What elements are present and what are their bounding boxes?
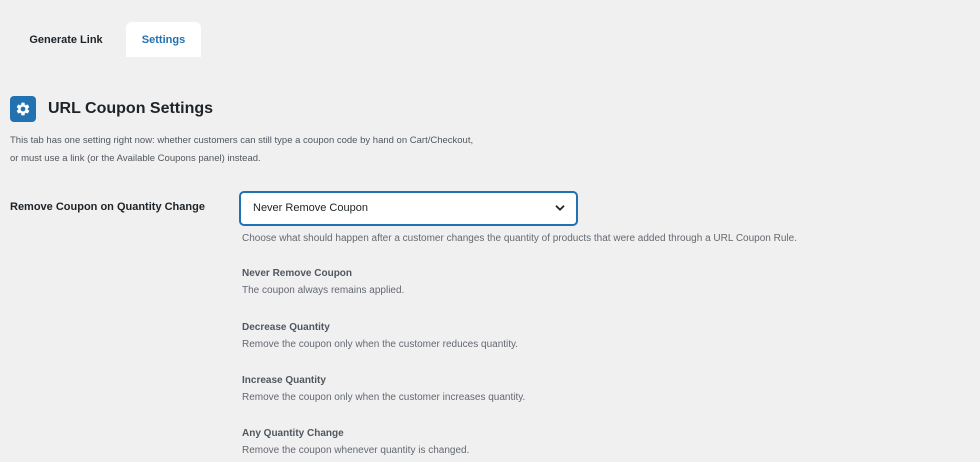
option-description: Never Remove Coupon The coupon always re…	[242, 265, 404, 299]
option-title: Any Quantity Change	[242, 428, 344, 439]
field-label: Remove Coupon on Quantity Change	[10, 201, 205, 213]
section-header: URL Coupon Settings	[10, 96, 213, 122]
intro-line-1: This tab has one setting right now: whet…	[10, 135, 474, 146]
tab-settings[interactable]: Settings	[126, 22, 201, 57]
option-description: Any Quantity Change Remove the coupon wh…	[242, 425, 469, 459]
option-desc: The coupon always remains applied.	[242, 285, 405, 296]
option-description: Decrease Quantity Remove the coupon only…	[242, 319, 518, 353]
field-help-text: Choose what should happen after a custom…	[242, 233, 797, 244]
option-description: Increase Quantity Remove the coupon only…	[242, 372, 525, 406]
page-title: URL Coupon Settings	[48, 100, 214, 117]
option-desc: Remove the coupon only when the customer…	[242, 339, 519, 350]
gear-icon	[10, 96, 36, 122]
intro-text: This tab has one setting right now: whet…	[10, 132, 570, 168]
tab-generate-link[interactable]: Generate Link	[12, 22, 120, 57]
remove-coupon-select[interactable]: Never Remove Coupon	[240, 192, 577, 225]
option-title: Never Remove Coupon	[242, 268, 353, 279]
tab-bar: Generate Link Settings	[0, 22, 980, 57]
option-desc: Remove the coupon only when the customer…	[242, 392, 526, 403]
select-value: Never Remove Coupon	[253, 202, 368, 214]
option-title: Increase Quantity	[242, 375, 326, 386]
intro-line-2: or must use a link (or the Available Cou…	[10, 153, 261, 164]
chevron-down-icon	[555, 205, 565, 211]
option-desc: Remove the coupon whenever quantity is c…	[242, 445, 470, 456]
option-title: Decrease Quantity	[242, 322, 330, 333]
